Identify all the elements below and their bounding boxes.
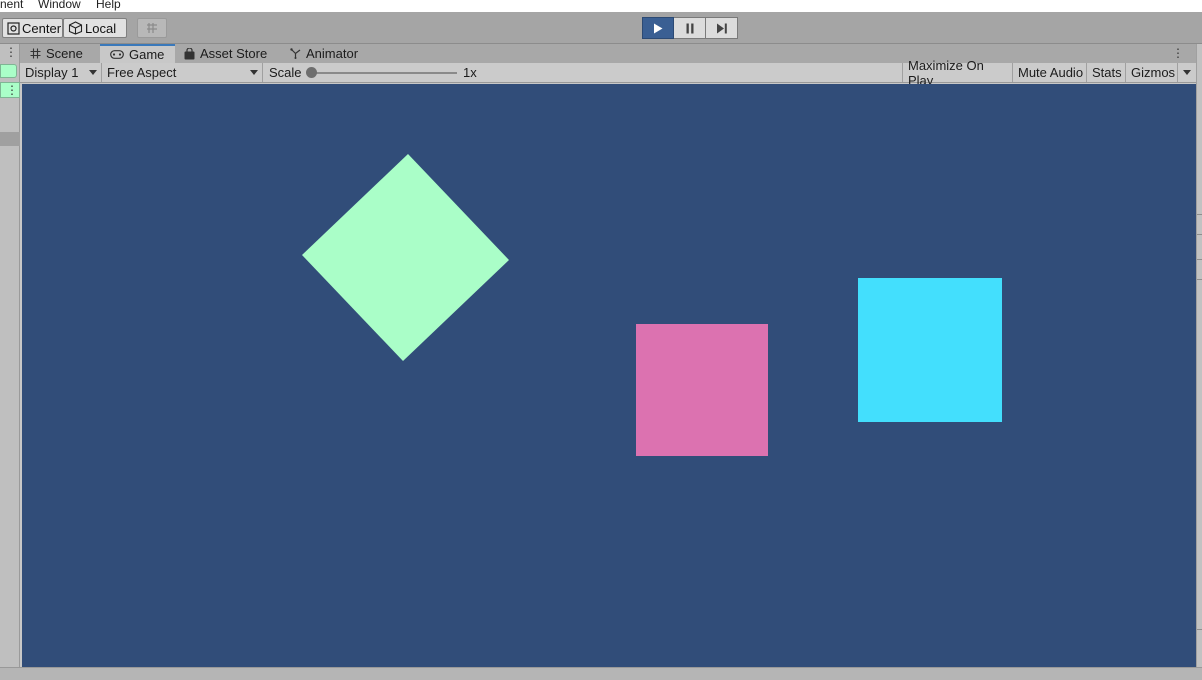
aspect-dropdown-label: Free Aspect (107, 65, 177, 80)
hierarchy-panel-edge: ⋮ ⋮ (0, 44, 20, 670)
scene-grid-icon (30, 48, 41, 59)
mute-audio-label: Mute Audio (1018, 65, 1084, 80)
pivot-local-button[interactable]: Local (63, 18, 127, 38)
pivot-center-button[interactable]: Center (2, 18, 63, 38)
gizmos-label: Gizmos (1131, 65, 1176, 80)
stats-toggle[interactable]: Stats (1087, 63, 1126, 82)
hierarchy-scene-row[interactable]: ⋮ (0, 82, 20, 98)
green-diamond-sprite (302, 154, 509, 361)
pivot-local-label: Local (85, 20, 117, 36)
cube-icon (68, 21, 83, 35)
chevron-down-icon (89, 70, 97, 75)
play-icon (654, 23, 663, 33)
game-render-canvas (302, 154, 1002, 456)
tab-menu-kebab-icon[interactable]: ⋮ (1172, 46, 1184, 60)
menu-item-help[interactable]: Help (96, 0, 121, 11)
maximize-on-play-label: Maximize On Play (908, 57, 984, 88)
main-toolbar: Center Local (0, 12, 1202, 44)
scale-label: Scale (269, 65, 302, 80)
tab-asset-store[interactable]: Asset Store (174, 44, 274, 63)
menu-item-window[interactable]: Window (38, 0, 81, 11)
scene-menu-kebab-icon[interactable]: ⋮ (6, 83, 18, 97)
menu-item-component[interactable]: nent (0, 0, 23, 11)
tab-scene-label: Scene (46, 46, 83, 61)
mute-audio-toggle[interactable]: Mute Audio (1013, 63, 1087, 82)
cyan-square-sprite (858, 278, 1002, 422)
maximize-on-play-toggle[interactable]: Maximize On Play (902, 58, 1013, 88)
playback-controls (642, 17, 738, 39)
view-tab-bar: Scene Game Asset Store Animator ⋮ (20, 44, 1196, 63)
tab-asset-store-label: Asset Store (200, 46, 268, 61)
panel-menu-kebab-icon[interactable]: ⋮ (5, 46, 17, 58)
tab-scene[interactable]: Scene (20, 44, 98, 63)
scale-value: 1x (463, 65, 477, 80)
pink-square-sprite (636, 324, 768, 456)
scale-slider-handle[interactable] (306, 67, 317, 78)
scale-slider-track[interactable] (312, 72, 457, 74)
hierarchy-selected-row[interactable] (0, 132, 20, 146)
pause-button[interactable] (674, 17, 706, 39)
display-dropdown-label: Display 1 (25, 65, 79, 80)
bag-icon (184, 47, 195, 59)
game-viewport[interactable] (22, 84, 1196, 667)
pivot-icon (7, 21, 20, 35)
menu-bar: nent Window Help (0, 0, 1202, 12)
step-button[interactable] (706, 17, 738, 39)
stats-label: Stats (1092, 65, 1122, 80)
chevron-down-icon (1183, 70, 1191, 75)
bottom-status-strip (0, 667, 1202, 680)
tab-animator[interactable]: Animator (280, 44, 370, 63)
pause-icon (686, 23, 693, 33)
display-dropdown[interactable]: Display 1 (20, 63, 102, 82)
tab-animator-label: Animator (306, 46, 359, 61)
grid-snap-button[interactable] (137, 18, 167, 38)
tab-game-label: Game (129, 47, 165, 62)
grid-snap-icon (147, 23, 157, 33)
game-view-toolbar: Display 1 Free Aspect Scale 1x Maximize … (20, 58, 1196, 88)
chevron-down-icon (250, 70, 258, 75)
step-icon (716, 23, 727, 33)
gamepad-icon (110, 50, 124, 59)
tab-game[interactable]: Game (100, 44, 175, 63)
gizmos-toggle[interactable]: Gizmos (1126, 63, 1178, 82)
aspect-dropdown[interactable]: Free Aspect (102, 63, 263, 82)
inspector-panel-edge (1196, 44, 1202, 670)
pivot-center-label: Center (22, 20, 62, 36)
hierarchy-search-field[interactable] (0, 64, 17, 78)
play-button[interactable] (642, 17, 674, 39)
gizmos-dropdown[interactable] (1178, 63, 1196, 82)
animator-icon (290, 48, 301, 59)
